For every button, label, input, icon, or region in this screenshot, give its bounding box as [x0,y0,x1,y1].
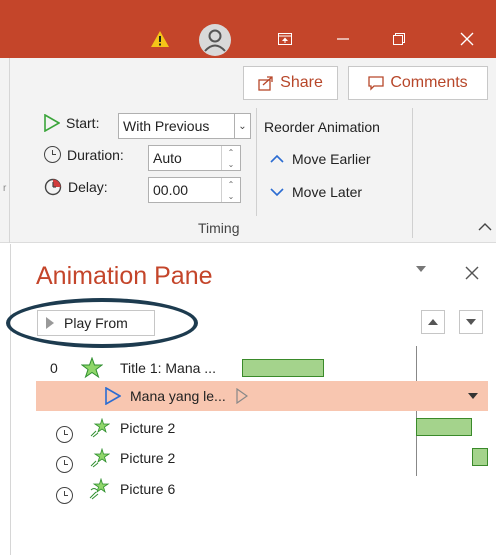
ribbon-display-options-icon [278,33,292,45]
delay-label: Delay: [68,179,108,195]
pane-close-icon[interactable] [465,266,479,280]
start-select-value: With Previous [123,118,210,134]
chevron-down-icon [270,188,284,197]
share-icon [258,76,273,91]
reorder-animation-label: Reorder Animation [264,119,380,135]
comments-button[interactable]: Comments [348,66,488,100]
start-label: Start: [66,115,100,131]
triangle-down-icon [466,319,476,325]
restore-icon [393,33,405,45]
clock-icon [56,486,73,504]
highlight-annotation [6,298,198,348]
delay-value: 00.00 [153,182,189,198]
emphasis-star-icon [81,357,103,379]
duration-input[interactable]: Auto ⌃ ⌄ [148,145,241,171]
play-trigger-icon [105,387,121,405]
delay-spinner[interactable]: ⌃ ⌄ [221,178,240,202]
duration-spinner[interactable]: ⌃ ⌄ [221,146,240,170]
entrance-star-icon [90,448,110,468]
animation-item[interactable]: Picture 2 [36,413,488,443]
item-dropdown-icon[interactable] [468,393,478,399]
entrance-star-icon [90,418,110,438]
collapse-ribbon-icon[interactable] [478,222,492,232]
group-separator [256,108,257,216]
move-earlier-label: Move Earlier [292,151,371,167]
duration-label: Duration: [67,146,124,163]
start-select[interactable]: With Previous ⌄ [118,113,251,139]
close-button[interactable] [452,24,482,54]
move-later-button[interactable]: Move Later [270,184,362,200]
delay-input[interactable]: 00.00 ⌃ ⌄ [148,177,241,203]
timing-bar[interactable] [242,359,324,377]
user-avatar-icon[interactable] [199,24,231,56]
close-icon [460,32,474,46]
animation-item-label: Mana yang le... [130,388,226,404]
duration-value: Auto [153,150,182,166]
minimize-button[interactable] [328,24,358,54]
ribbon-left-edge [0,58,10,243]
animation-item-label: Picture 6 [120,481,176,497]
delay-row: Delay: [44,178,114,196]
move-later-label: Move Later [292,184,363,200]
chevron-down-icon[interactable]: ⌄ [234,114,250,138]
minimize-icon [337,38,349,40]
animation-item[interactable]: Picture 6 [36,474,488,504]
animation-item-selected[interactable]: Mana yang le... [36,381,488,411]
pane-options-icon[interactable] [415,265,427,273]
media-trigger-icon [236,388,248,404]
move-up-button[interactable] [421,310,445,334]
animation-item-label: Picture 2 [120,420,176,436]
animation-item[interactable]: 0 Title 1: Mana ... [36,353,488,383]
animation-item-label: Picture 2 [120,450,176,466]
move-down-button[interactable] [459,310,483,334]
animation-item[interactable]: Picture 2 [36,443,488,473]
move-earlier-button[interactable]: Move Earlier [270,151,371,167]
clock-icon [56,455,73,473]
ribbon-display-options-button[interactable] [270,24,300,54]
entrance-star-icon [89,478,110,500]
warning-triangle-icon[interactable] [150,30,170,48]
comments-label: Comments [390,74,468,91]
clock-icon [56,425,73,443]
ribbon-scroll-left-icon[interactable]: r [3,183,6,194]
clock-icon [44,146,61,163]
triangle-up-icon [428,319,438,325]
share-label: Share [280,74,323,91]
pane-divider [10,244,11,555]
timing-bar[interactable] [416,418,472,436]
timing-bar[interactable] [472,448,488,466]
timing-group-label: Timing [198,220,240,236]
animation-order-number: 0 [50,360,58,376]
animation-pane-title: Animation Pane [36,262,213,290]
title-bar [0,0,496,58]
duration-row: Duration: [44,146,130,163]
chevron-up-icon [270,154,284,163]
group-separator [412,108,413,238]
ribbon: r Share Comments Start: With Previous ⌄ … [0,58,496,243]
animation-item-label: Title 1: Mana ... [120,360,216,376]
delay-clock-icon [44,178,62,196]
start-row: Start: [44,114,105,132]
start-trigger-icon [44,114,60,132]
share-button[interactable]: Share [243,66,338,100]
restore-button[interactable] [384,24,414,54]
comment-icon [368,76,384,91]
